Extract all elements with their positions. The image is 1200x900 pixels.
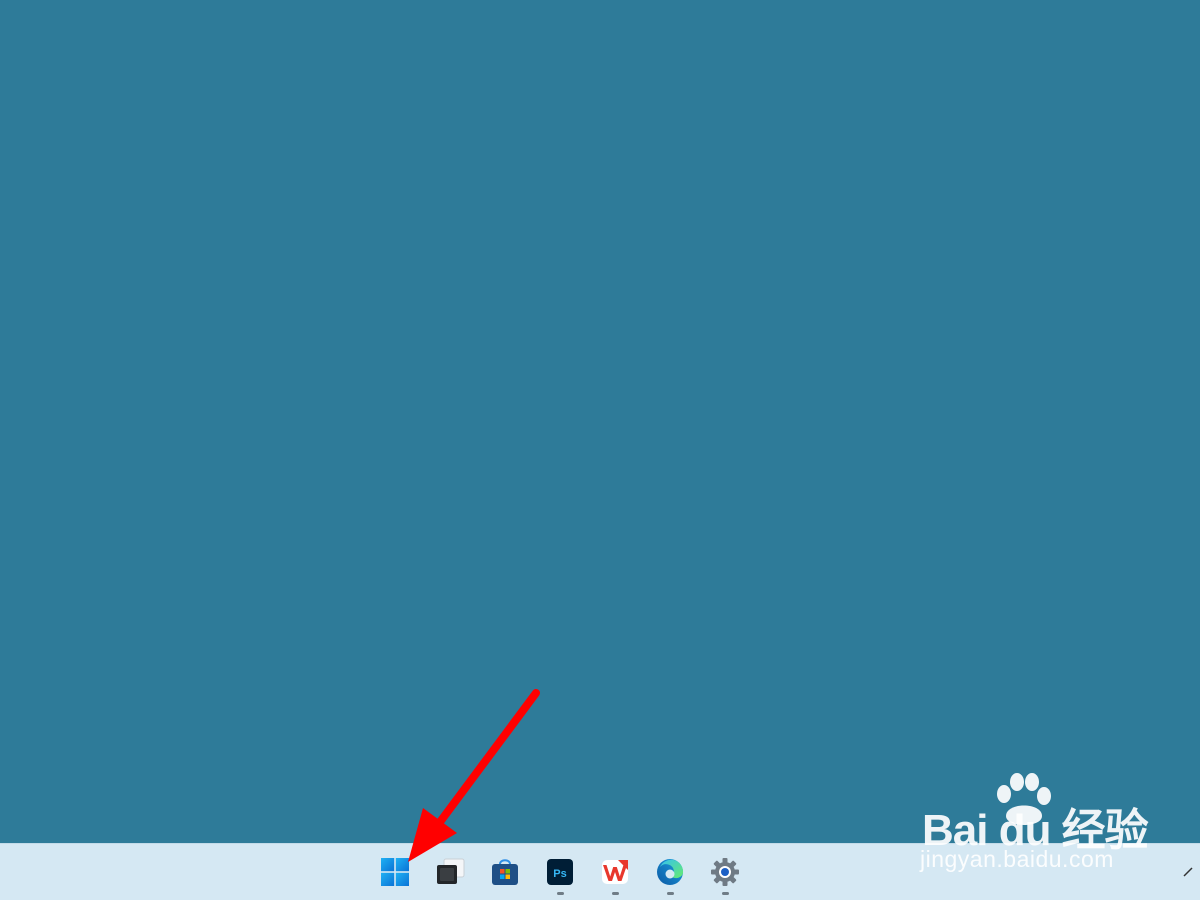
photoshop-icon-label: Ps — [553, 868, 566, 880]
start-button[interactable] — [377, 854, 413, 890]
watermark-url: jingyan.baidu.com — [920, 846, 1114, 872]
microsoft-store-icon — [492, 859, 518, 885]
settings-gear-icon — [711, 858, 739, 886]
show-hidden-icons-button[interactable] — [1182, 862, 1194, 882]
task-view-button[interactable] — [432, 854, 468, 890]
running-indicator — [722, 892, 729, 895]
settings-button[interactable] — [707, 854, 743, 895]
running-indicator — [612, 892, 619, 895]
wps-office-icon — [602, 860, 628, 884]
task-view-icon — [437, 858, 465, 884]
running-indicator — [667, 892, 674, 895]
desktop-background — [0, 0, 1200, 843]
wps-office-button[interactable] — [597, 854, 633, 895]
baidu-jingyan-watermark: Bai du 经验 jingyan.baidu.com — [918, 770, 1149, 876]
microsoft-store-button[interactable] — [487, 854, 523, 890]
photoshop-button[interactable]: Ps — [542, 854, 578, 895]
chevron-up-icon — [1183, 867, 1193, 877]
edge-browser-button[interactable] — [652, 854, 688, 895]
windows-start-icon — [381, 858, 409, 886]
photoshop-icon: Ps — [547, 859, 573, 885]
running-indicator — [557, 892, 564, 895]
edge-browser-icon — [657, 859, 684, 885]
